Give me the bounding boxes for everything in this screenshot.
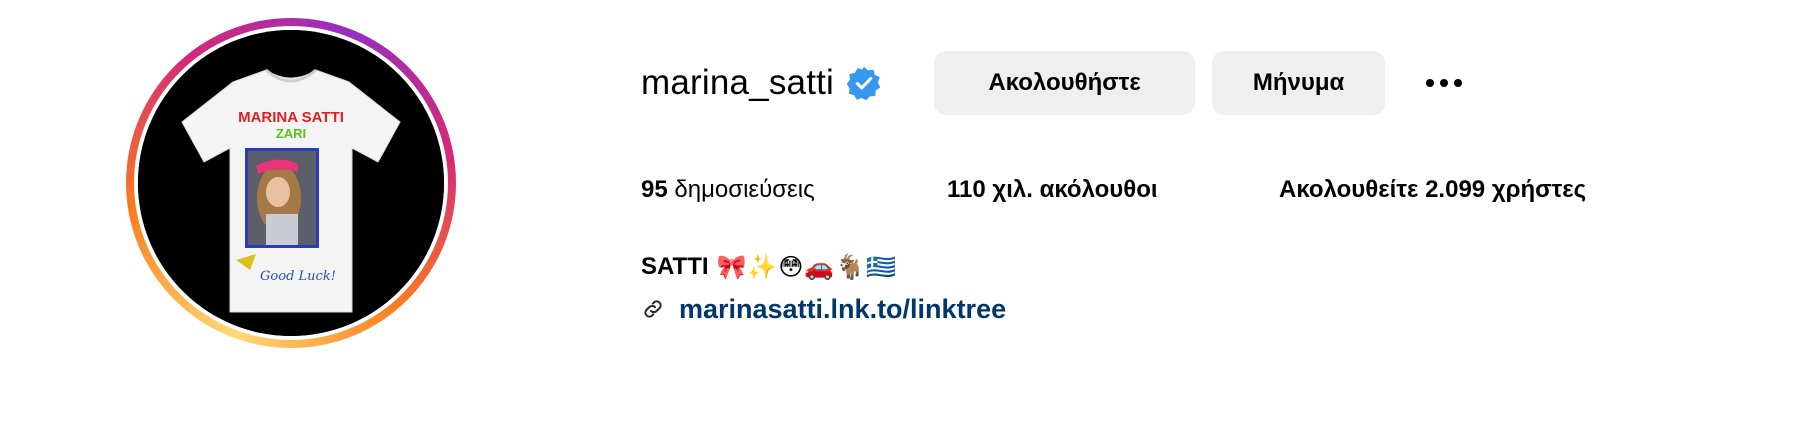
following-count-value: 2.099 bbox=[1425, 176, 1486, 203]
posts-count[interactable]: 95 δημοσιεύσεις bbox=[641, 176, 815, 204]
avatar-ring[interactable]: MARINA SATTI ZARI Good Luck! bbox=[126, 18, 456, 348]
profile-header: marina_satti Ακολουθήστε Μήνυμα bbox=[641, 50, 1469, 115]
more-horizontal-icon bbox=[1426, 78, 1463, 87]
more-options-button[interactable] bbox=[1419, 58, 1469, 108]
verified-badge-icon bbox=[846, 66, 881, 100]
shirt-caption: Good Luck! bbox=[260, 269, 336, 284]
username: marina_satti bbox=[641, 63, 835, 102]
bio-link-row[interactable]: marinasatti.lnk.to/linktree bbox=[641, 292, 1006, 326]
bio-name-row: SATTI 🎀✨😳🚗🐐🇬🇷 bbox=[641, 250, 1006, 284]
shirt-subtitle: ZARI bbox=[276, 126, 306, 141]
followers-count[interactable]: 110 χιλ. ακόλουθοι bbox=[947, 176, 1158, 204]
bio-name: SATTI bbox=[641, 253, 709, 280]
bio: SATTI 🎀✨😳🚗🐐🇬🇷 marinasatti.lnk.to/linktre… bbox=[641, 250, 1006, 326]
shirt-title: MARINA SATTI bbox=[238, 109, 344, 126]
bio-emojis: 🎀✨😳🚗🐐🇬🇷 bbox=[716, 253, 897, 281]
following-count-prefix: Ακολουθείτε bbox=[1279, 176, 1419, 203]
posts-count-value: 95 bbox=[641, 176, 668, 203]
following-count-suffix: χρήστες bbox=[1491, 176, 1587, 203]
followers-count-label: ακόλουθοι bbox=[1039, 176, 1158, 203]
link-icon bbox=[644, 300, 662, 318]
bio-link[interactable]: marinasatti.lnk.to/linktree bbox=[679, 294, 1006, 325]
following-count[interactable]: Ακολουθείτε 2.099 χρήστες bbox=[1279, 176, 1586, 204]
posts-count-label: δημοσιεύσεις bbox=[674, 176, 815, 203]
message-button[interactable]: Μήνυμα bbox=[1212, 50, 1386, 115]
avatar[interactable]: MARINA SATTI ZARI Good Luck! bbox=[138, 30, 444, 336]
avatar-image: MARINA SATTI ZARI Good Luck! bbox=[138, 30, 444, 336]
followers-count-value: 110 χιλ. bbox=[947, 176, 1033, 203]
follow-button[interactable]: Ακολουθήστε bbox=[934, 50, 1196, 115]
